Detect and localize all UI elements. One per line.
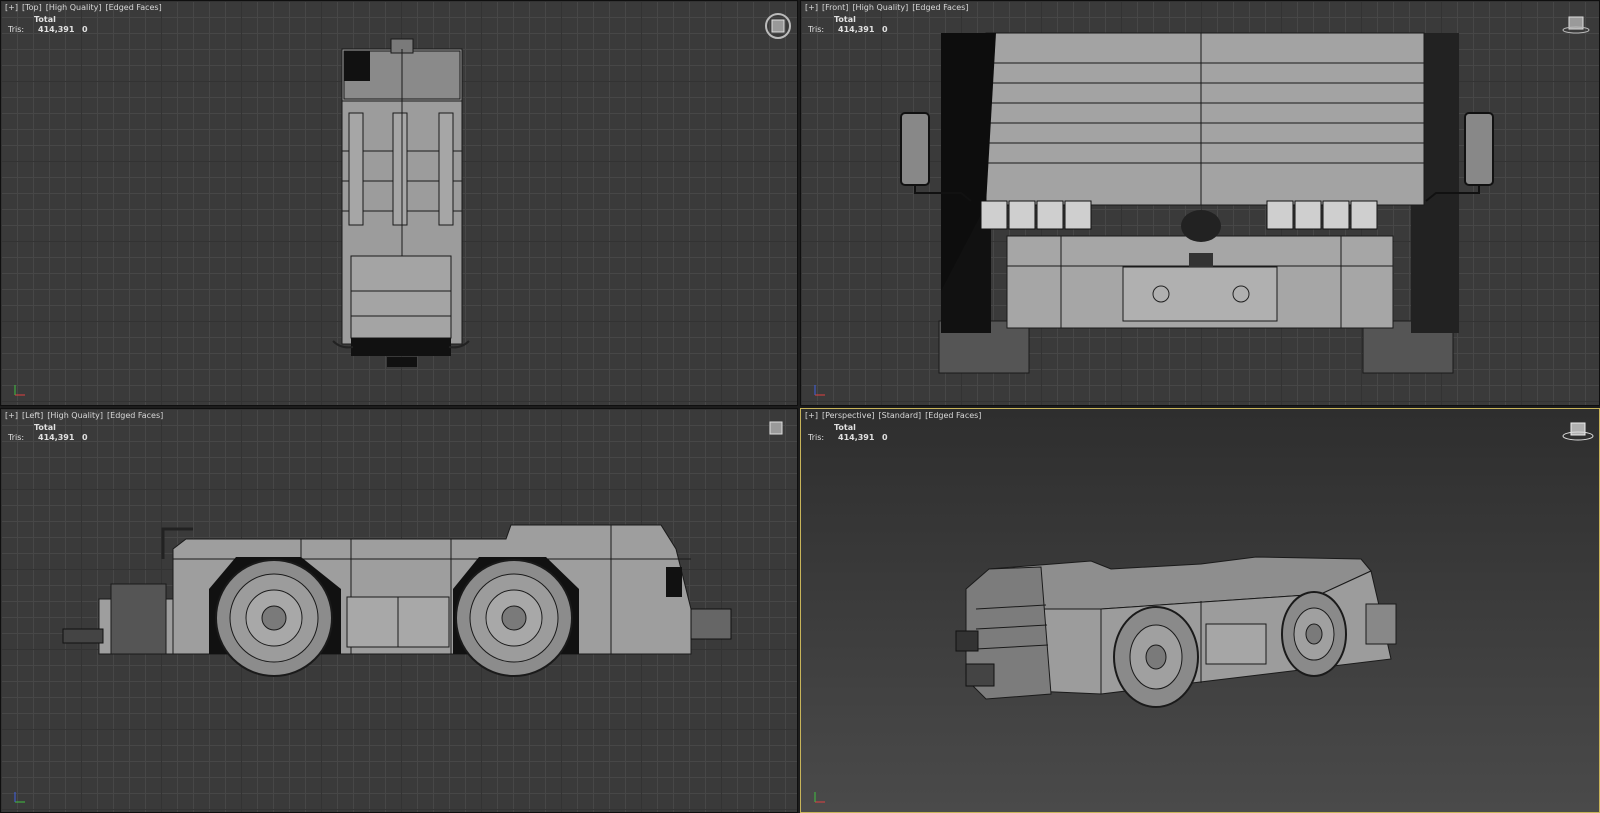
viewcube-icon[interactable] [1561,419,1595,443]
stats-key: Tris: [808,25,825,34]
stats-selected: 0 [82,433,88,442]
shading-menu[interactable]: [Standard] [879,411,922,420]
viewport-menu[interactable]: [+] [805,3,818,12]
stats-key: Tris: [808,433,825,442]
vehicle-perspective-view [955,556,1397,708]
stats-header: Total [34,15,56,24]
axis-tripod-icon [814,385,825,396]
stats-total: 414,391 [838,433,875,442]
display-mode-menu[interactable]: [Edged Faces] [105,3,161,12]
viewport-menu[interactable]: [+] [5,3,18,12]
view-type-menu[interactable]: [Perspective] [822,411,875,420]
viewcube-icon[interactable] [1561,13,1591,35]
stats-total: 414,391 [38,433,75,442]
vehicle-front-view [900,32,1494,374]
stats-key: Tris: [8,25,25,34]
display-mode-menu[interactable]: [Edged Faces] [925,411,981,420]
viewcube-icon[interactable] [763,419,789,439]
axis-tripod-icon [814,792,825,803]
viewport-menu[interactable]: [+] [805,411,818,420]
stats-total: 414,391 [838,25,875,34]
viewport-label[interactable]: [+] [Perspective] [Standard] [Edged Faces] [805,411,985,420]
view-type-menu[interactable]: [Left] [22,411,43,420]
view-type-menu[interactable]: [Top] [22,3,42,12]
viewport-front[interactable]: [+] [Front] [High Quality] [Edged Faces] To… [800,0,1600,406]
stats-overlay: Total Tris: 414,391 0 [8,423,118,443]
viewport-top[interactable]: [+] [Top] [High Quality] [Edged Faces] Tota… [0,0,798,406]
stats-selected: 0 [882,25,888,34]
display-mode-menu[interactable]: [Edged Faces] [912,3,968,12]
viewport-left[interactable]: [+] [Left] [High Quality] [Edged Faces] Tot… [0,408,798,813]
vehicle-top-view [332,38,470,367]
stats-selected: 0 [82,25,88,34]
stats-header: Total [834,15,856,24]
viewport-label[interactable]: [+] [Front] [High Quality] [Edged Faces] [805,3,972,12]
axis-tripod-icon [14,385,25,396]
stats-overlay: Total Tris: 414,391 0 [808,423,918,443]
view-type-menu[interactable]: [Front] [822,3,848,12]
shading-menu[interactable]: [High Quality] [46,3,102,12]
stats-selected: 0 [882,433,888,442]
axis-tripod-icon [14,792,25,803]
viewport-menu[interactable]: [+] [5,411,18,420]
stats-header: Total [34,423,56,432]
shading-menu[interactable]: [High Quality] [47,411,103,420]
shading-menu[interactable]: [High Quality] [852,3,908,12]
viewport-perspective[interactable]: [+] [Perspective] [Standard] [Edged Faces] … [800,408,1600,813]
display-mode-menu[interactable]: [Edged Faces] [107,411,163,420]
stats-key: Tris: [8,433,25,442]
vehicle-left-view [62,524,732,677]
viewport-label[interactable]: [+] [Top] [High Quality] [Edged Faces] [5,3,166,12]
stats-overlay: Total Tris: 414,391 0 [8,15,118,35]
viewcube-icon[interactable] [763,11,793,41]
viewport-label[interactable]: [+] [Left] [High Quality] [Edged Faces] [5,411,167,420]
stats-overlay: Total Tris: 414,391 0 [808,15,918,35]
stats-header: Total [834,423,856,432]
stats-total: 414,391 [38,25,75,34]
